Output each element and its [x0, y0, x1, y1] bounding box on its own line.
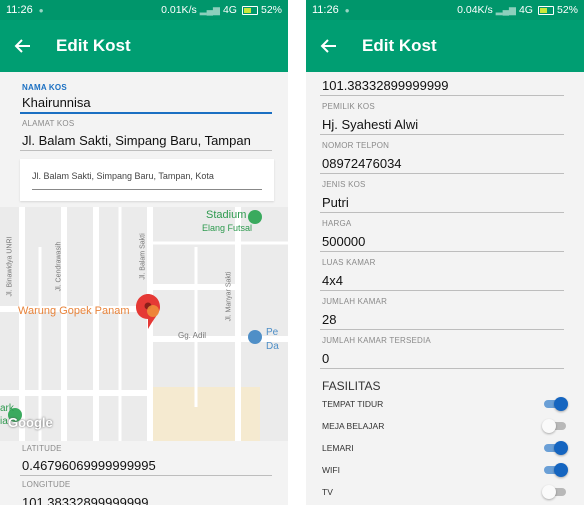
harga-input[interactable]: 500000	[306, 234, 580, 249]
fasilitas-row: TEMPAT TIDUR	[306, 393, 580, 415]
pemilik-kos-label: PEMILIK KOS	[322, 102, 375, 111]
luas-kamar-label: LUAS KAMAR	[322, 258, 376, 267]
fasilitas-row: WIFI	[306, 459, 580, 481]
fasilitas-toggle[interactable]	[542, 463, 568, 477]
map-label-ark: ark	[0, 403, 14, 414]
fasilitas-toggle[interactable]	[542, 397, 568, 411]
signal-icon: ▂▄▆	[495, 4, 516, 15]
fasilitas-row: MEJA BELAJAR	[306, 415, 580, 437]
network-speed: 0.04K/s	[457, 4, 493, 16]
back-arrow-icon[interactable]	[14, 37, 32, 55]
status-right: 0.04K/s ▂▄▆ 4G 52%	[457, 4, 578, 16]
map-label-ia: ia	[0, 416, 8, 427]
map-label-gg-adil: Gg. Adil	[178, 331, 207, 340]
network-type: 4G	[222, 4, 237, 16]
alamat-kos-label: ALAMAT KOS	[22, 119, 75, 128]
nomor-telpon-label: NOMOR TELPON	[322, 141, 390, 150]
latitude-input[interactable]: 0.46796069999999995	[0, 458, 288, 473]
map-label-manyar: Jl. Manyar Sakti	[225, 271, 233, 322]
fasilitas-toggle[interactable]	[542, 419, 568, 433]
nomor-telpon-input[interactable]: 08972476034	[306, 156, 580, 171]
jumlah-kamar-input[interactable]: 28	[306, 312, 580, 327]
fasilitas-label: TEMPAT TIDUR	[322, 399, 384, 409]
fasilitas-label: TV	[322, 487, 333, 497]
luas-kamar-input[interactable]: 4x4	[306, 273, 580, 288]
form: NAMA KOS Khairunnisa ALAMAT KOS Jl. Bala…	[0, 72, 288, 505]
map-label-pe: Pe	[266, 327, 279, 338]
jenis-kos-input[interactable]: Putri	[306, 195, 580, 210]
network-type: 4G	[518, 4, 533, 16]
battery-icon	[537, 5, 554, 15]
status-bar: 11:26 ● 0.04K/s ▂▄▆ 4G 52%	[306, 0, 584, 20]
map-label-binawidya: Jl. Binawidya UNRI	[6, 236, 14, 297]
page-title: Edit Kost	[362, 36, 437, 55]
fasilitas-list: TEMPAT TIDUR MEJA BELAJAR LEMARI WIFI TV	[306, 393, 580, 503]
fasilitas-row: LEMARI	[306, 437, 580, 459]
status-right: 0.01K/s ▂▄▆ 4G 52%	[161, 4, 282, 16]
map-label-stadium: Stadium	[206, 209, 247, 221]
fasilitas-toggle[interactable]	[542, 485, 568, 499]
nama-kos-label: NAMA KOS	[22, 83, 67, 92]
fasilitas-label: MEJA BELAJAR	[322, 421, 385, 431]
place-search-text: Jl. Balam Sakti, Simpang Baru, Tampan, K…	[32, 171, 214, 181]
status-time: 11:26	[312, 4, 339, 16]
map-label-cendrawasih: Jl. Cendrawasih	[55, 241, 63, 292]
alamat-kos-input[interactable]: Jl. Balam Sakti, Simpang Baru, Tampan	[0, 133, 288, 148]
signal-icon: ▂▄▆	[199, 4, 220, 15]
map-label-da: Da	[266, 341, 279, 352]
toggle-thumb	[542, 419, 556, 433]
jumlah-kamar-label: JUMLAH KAMAR	[322, 297, 388, 306]
nama-kos-input[interactable]: Khairunnisa	[0, 95, 288, 110]
map-view[interactable]: Stadium Elang Futsal Jl. Binawidya UNRI …	[0, 207, 288, 441]
status-time: 11:26	[6, 4, 33, 16]
map-label-elang-futsal: Elang Futsal	[202, 223, 253, 233]
status-bar: 11:26 ● 0.01K/s ▂▄▆ 4G 52%	[0, 0, 288, 20]
longitude-input[interactable]: 101.38332899999999	[306, 78, 580, 93]
left-screen: 11:26 ● 0.01K/s ▂▄▆ 4G 52% Edit Kost NAM…	[0, 0, 288, 505]
map-label-balam: Jl. Balam Sakti	[139, 233, 147, 280]
app-bar: Edit Kost	[0, 20, 288, 72]
harga-label: HARGA	[322, 219, 352, 228]
page-title: Edit Kost	[56, 36, 131, 55]
battery-icon	[241, 5, 258, 15]
form: 101.38332899999999 PEMILIK KOS Hj. Syahe…	[306, 72, 584, 503]
notification-dot-icon: ●	[38, 5, 44, 15]
toggle-thumb	[554, 463, 568, 477]
fasilitas-label: LEMARI	[322, 443, 354, 453]
pemilik-kos-input[interactable]: Hj. Syahesti Alwi	[306, 117, 580, 132]
toggle-thumb	[554, 397, 568, 411]
back-arrow-icon[interactable]	[320, 37, 338, 55]
app-bar: Edit Kost	[306, 20, 584, 72]
battery-level: 52%	[556, 4, 578, 16]
google-logo: Google	[8, 415, 53, 430]
kamar-tersedia-input[interactable]: 0	[306, 351, 580, 366]
fasilitas-title: FASILITAS	[322, 379, 381, 393]
battery-level: 52%	[260, 4, 282, 16]
kamar-tersedia-label: JUMLAH KAMAR TERSEDIA	[322, 336, 431, 345]
fasilitas-toggle[interactable]	[542, 441, 568, 455]
longitude-label: LONGITUDE	[22, 480, 71, 489]
network-speed: 0.01K/s	[161, 4, 197, 16]
jenis-kos-label: JENIS KOS	[322, 180, 366, 189]
latitude-label: LATITUDE	[22, 444, 62, 453]
fasilitas-row: TV	[306, 481, 580, 503]
fasilitas-label: WIFI	[322, 465, 340, 475]
map-label-warung: Warung Gopek Panam	[18, 305, 130, 317]
place-search-underline	[32, 189, 262, 190]
toggle-thumb	[542, 485, 556, 499]
right-screen: 11:26 ● 0.04K/s ▂▄▆ 4G 52% Edit Kost 101…	[306, 0, 584, 505]
toggle-thumb	[554, 441, 568, 455]
notification-dot-icon: ●	[344, 5, 350, 15]
longitude-input[interactable]: 101.38332899999999	[0, 495, 288, 505]
place-search-box[interactable]: Jl. Balam Sakti, Simpang Baru, Tampan, K…	[20, 159, 274, 201]
